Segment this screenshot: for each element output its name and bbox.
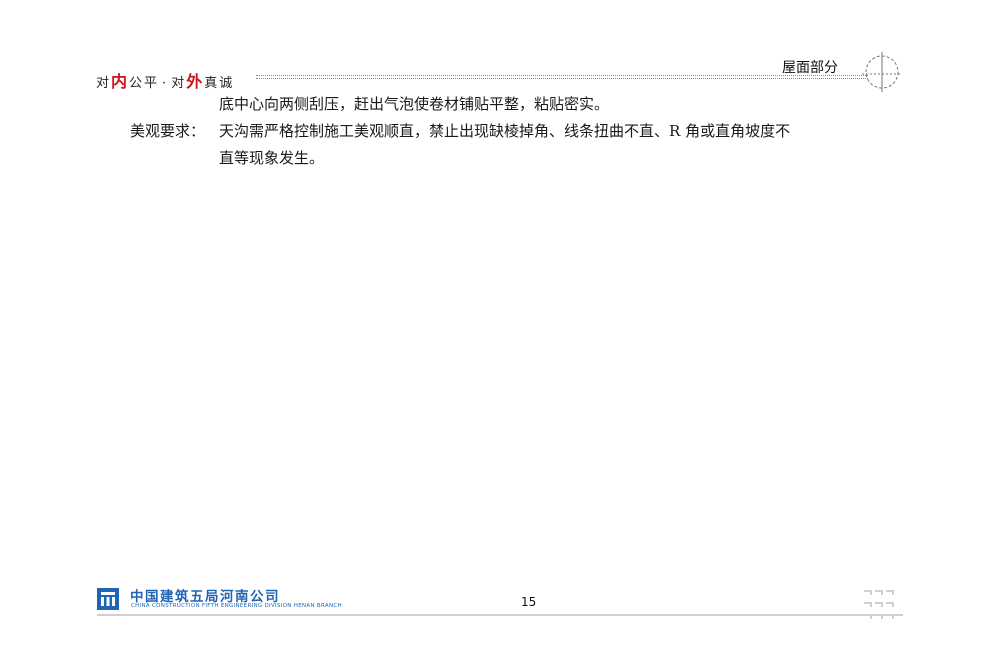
slogan-separator: · [162,76,169,91]
requirement-text-continuation: 直等现象发生。 [219,149,325,167]
slogan-part: 公平 [129,76,160,91]
company-english-name: CHINA CONSTRUCTION FIFTH ENGINEERING DIV… [131,603,342,609]
decorative-corner-icon [864,590,894,619]
company-logo-icon [97,588,119,610]
footer-rule [97,614,903,616]
slogan-part-highlight: 内 [111,72,130,91]
page-number: 15 [521,595,537,609]
paragraph-continuation: 底中心向两侧刮压，赶出气泡使卷材铺贴平整，粘贴密实。 [219,95,610,113]
slogan-part: 真诚 [204,76,235,91]
section-title: 屋面部分 [782,60,838,76]
crosshair-circle-icon [862,52,902,92]
requirement-text: 天沟需严格控制施工美观顺直，禁止出现缺棱掉角、线条扭曲不直、R 角或直角坡度不 [219,122,791,140]
header-rule [256,78,868,79]
header-slogan: 对内公平 · 对外真诚 [96,68,234,92]
slogan-part: 对 [171,76,187,91]
header-rule [256,75,868,76]
slogan-part-highlight: 外 [186,72,205,91]
requirement-label: 美观要求： [130,122,206,140]
company-name: 中国建筑五局河南公司 [130,589,280,605]
slogan-part: 对 [96,76,112,91]
